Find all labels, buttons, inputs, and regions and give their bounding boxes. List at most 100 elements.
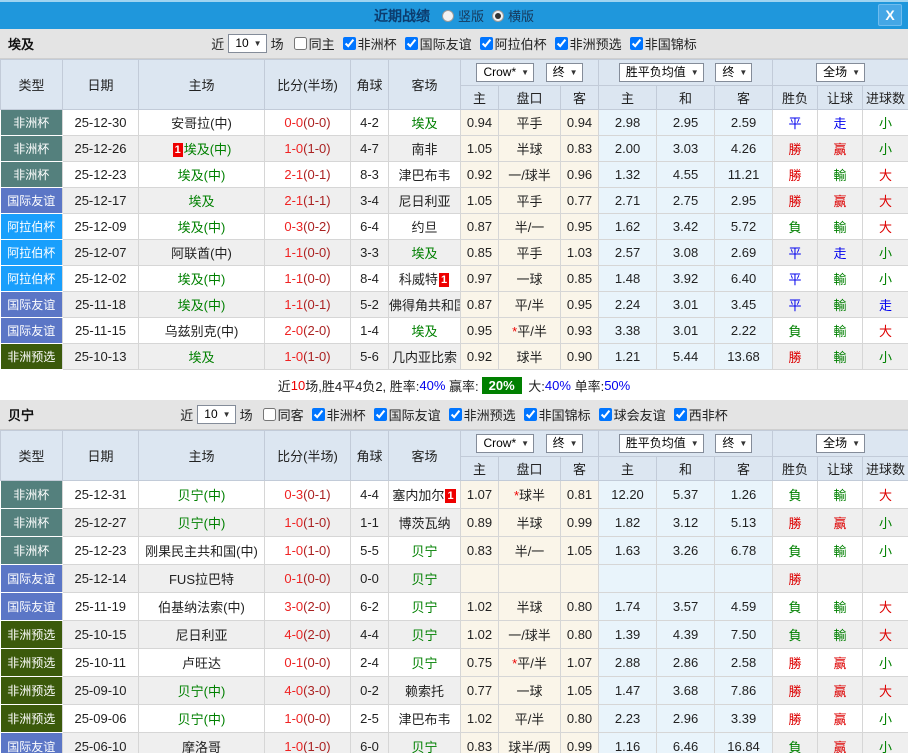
odds-away: 1.05 [559, 676, 600, 705]
filter-checkbox[interactable]: 非洲预选 [549, 34, 622, 53]
score: 1-0(1-0) [264, 732, 351, 753]
checkbox-icon[interactable] [342, 37, 356, 50]
filter-checkbox-label: 非国锦标 [538, 408, 591, 423]
odds-home: 1.05 [460, 135, 499, 162]
match-row: 非洲预选 25-09-10 贝宁(中) 4-0(3-0) 0-2 赖索托 0.77 一球 1.0… [0, 676, 908, 705]
away-team-name: 埃及 [411, 246, 438, 261]
checkbox-icon[interactable] [262, 408, 276, 421]
corners: 4-4 [350, 480, 389, 509]
final-odds-select[interactable]: 终 ▼ [545, 63, 583, 82]
handicap: 半球 [498, 135, 561, 162]
checkbox-icon[interactable] [448, 408, 462, 421]
mean-home: 1.62 [598, 213, 658, 240]
type-badge: 阿拉伯杯 [0, 213, 63, 240]
final-mean-select[interactable]: 终 ▼ [715, 434, 753, 453]
checkbox-icon[interactable] [404, 37, 418, 50]
filter-checkbox[interactable]: 同主 [286, 34, 335, 53]
odds-away: 1.03 [559, 239, 600, 266]
odds-away: 1.05 [559, 536, 600, 565]
checkbox-icon[interactable] [373, 408, 387, 421]
radio-icon [441, 9, 454, 22]
checkbox-icon[interactable] [673, 408, 687, 421]
fulltime-score: 0-1 [284, 571, 304, 586]
checkbox-icon[interactable] [554, 37, 568, 50]
halftime-score: (0-1) [303, 167, 331, 182]
checkbox-icon[interactable] [598, 408, 612, 421]
filter-checkbox[interactable]: 同客 [255, 405, 304, 424]
match-row: 非洲预选 25-10-11 卢旺达 0-1(0-0) 2-4 贝宁 0.75 *平/半 1.07… [0, 648, 908, 677]
mean-draw: 3.03 [656, 135, 716, 162]
halftime-score: (1-0) [303, 739, 331, 753]
checkbox-icon[interactable] [293, 37, 307, 50]
radio-horizontal-layout[interactable]: 横版 [492, 6, 534, 25]
result-group-header: 全场 ▼ [772, 430, 908, 457]
final-mean-select[interactable]: 终 ▼ [715, 63, 753, 82]
match-row: 非洲杯 25-12-23 埃及(中) 2-1(0-1) 8-3 津巴布韦 0.92 一/球半 0… [0, 161, 908, 188]
handicap-text: 球半 [519, 488, 546, 503]
odds-away [559, 564, 600, 593]
mean-home: 2.23 [598, 704, 658, 733]
recent-count-select[interactable]: 10 ▼ [197, 405, 236, 424]
mean-select[interactable]: 胜平负均值 ▼ [618, 434, 704, 453]
filter-checkbox[interactable]: 阿拉伯杯 [474, 34, 547, 53]
result-goals [862, 564, 908, 593]
score: 3-0(2-0) [264, 592, 351, 621]
result-goals: 大 [862, 161, 908, 188]
home-team: 贝宁(中) [138, 704, 265, 733]
checkbox-icon[interactable] [629, 37, 643, 50]
filter-checkbox-label: 国际友谊 [419, 37, 472, 52]
checkbox-icon[interactable] [479, 37, 493, 50]
home-team-name: 贝宁(中) [177, 516, 226, 531]
home-team-name: 埃及(中) [177, 168, 226, 183]
filter-checkbox[interactable]: 西非杯 [668, 405, 728, 424]
filter-checkbox[interactable]: 球会友谊 [593, 405, 666, 424]
result-wdl: 負 [772, 592, 819, 621]
mean-select[interactable]: 胜平负均值 ▼ [618, 63, 704, 82]
filter-checkbox[interactable]: 非洲杯 [337, 34, 397, 53]
final-odds-select[interactable]: 终 ▼ [545, 434, 583, 453]
result-handicap: 輸 [817, 620, 864, 649]
fulltime-score: 4-0 [284, 627, 304, 642]
away-team-name: 科威特 [398, 272, 438, 287]
checkbox-icon[interactable] [311, 408, 325, 421]
mean-away: 7.86 [714, 676, 774, 705]
halftime-score: (2-0) [303, 599, 331, 614]
filter-checkbox[interactable]: 国际友谊 [399, 34, 472, 53]
close-button[interactable]: X [878, 4, 902, 26]
corners: 6-0 [350, 732, 389, 753]
away-team-name: 赖索托 [404, 684, 444, 699]
sub-header-mean-away: 客 [714, 85, 774, 110]
filter-checkbox[interactable]: 非国锦标 [624, 34, 697, 53]
mean-draw: 4.39 [656, 620, 716, 649]
chevron-down-icon: ▼ [521, 68, 530, 77]
filter-checkbox[interactable]: 非国锦标 [518, 405, 591, 424]
handicap: 球半/两 [498, 732, 561, 753]
filter-checkbox[interactable]: 非洲杯 [306, 405, 366, 424]
filter-checkbox[interactable]: 国际友谊 [368, 405, 441, 424]
filter-checkbox[interactable]: 非洲预选 [443, 405, 516, 424]
recent-count-select[interactable]: 10 ▼ [228, 34, 267, 53]
result-handicap: 輸 [817, 536, 864, 565]
sub-header-away-odds: 客 [559, 85, 600, 110]
scope-select[interactable]: 全场 ▼ [816, 434, 865, 453]
scope-select[interactable]: 全场 ▼ [816, 63, 865, 82]
radio-vertical-layout[interactable]: 竖版 [441, 6, 484, 25]
halftime-score: (0-0) [303, 655, 331, 670]
fulltime-score: 0-0 [284, 115, 304, 130]
filters: 近 10 ▼ 场 同客 非洲杯 国际友谊 非洲预选 非国锦标 球会友谊 西非杯 [180, 405, 728, 424]
handicap: 半球 [498, 592, 561, 621]
match-row: 非洲杯 25-12-26 1 埃及(中) 1-0(1-0) 4-7 南非 1.05 半球 0.83… [0, 135, 908, 162]
result-handicap: 輸 [817, 291, 864, 318]
checkbox-icon[interactable] [523, 408, 537, 421]
odds-home: 0.83 [460, 536, 499, 565]
away-team: 赖索托 [388, 676, 461, 705]
handicap: 一球 [498, 265, 561, 292]
type-badge: 国际友谊 [0, 187, 63, 214]
handicap-text: 球半 [516, 350, 543, 365]
bookmaker-select[interactable]: Crow* ▼ [476, 63, 535, 82]
halftime-score: (0-2) [303, 219, 331, 234]
bookmaker-select[interactable]: Crow* ▼ [476, 434, 535, 453]
odds-home: 1.05 [460, 187, 499, 214]
mean-away: 3.39 [714, 704, 774, 733]
result-wdl: 勝 [772, 508, 819, 537]
